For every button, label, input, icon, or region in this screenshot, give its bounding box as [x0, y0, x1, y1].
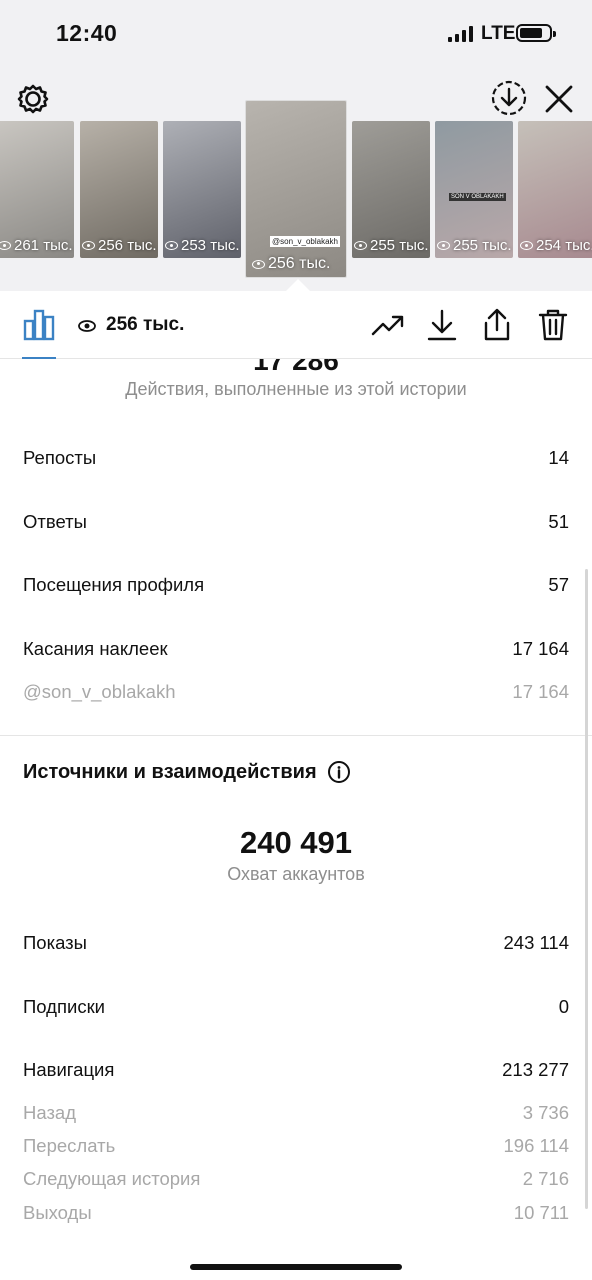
download-button[interactable]: [425, 308, 459, 342]
eye-icon: [0, 241, 11, 250]
thumbnail-views-count: 256 тыс.: [268, 255, 331, 272]
eye-icon: [78, 319, 96, 337]
row-value: 17 164: [512, 681, 569, 702]
section-divider: [0, 735, 592, 736]
navigation-subrow-exits: Выходы 10 711: [23, 1202, 569, 1224]
actions-row-profile-visits: Посещения профиля 57: [23, 574, 569, 596]
navigation-subrow-forward: Переслать 196 114: [23, 1135, 569, 1157]
row-label: Посещения профиля: [23, 574, 205, 595]
status-bar: 12:40 LTE: [0, 0, 592, 70]
actions-subrow-mention[interactable]: @son_v_oblakakh 17 164: [23, 681, 569, 703]
row-value: 17 164: [512, 638, 569, 659]
active-thumb-pointer: [286, 279, 310, 291]
row-label: Назад: [23, 1102, 77, 1123]
row-value: 243 114: [503, 932, 570, 953]
thumbnail-views-count: 253 тыс.: [181, 237, 240, 254]
story-thumbnail[interactable]: 253 тыс.: [163, 121, 241, 258]
status-time: 12:40: [56, 20, 118, 46]
actions-row-sticker-taps: Касания наклеек 17 164: [23, 638, 569, 660]
row-label: Выходы: [23, 1202, 92, 1223]
row-value: 14: [548, 447, 569, 468]
eye-icon: [252, 259, 265, 269]
eye-icon: [520, 241, 533, 250]
row-value: 10 711: [513, 1202, 569, 1223]
insights-panel[interactable]: 17 286 Действия, выполненные из этой ист…: [0, 359, 592, 1280]
thumbnail-views: 254 тыс.: [520, 237, 592, 254]
thumbnail-views-count: 255 тыс.: [370, 237, 429, 254]
bar-chart-icon: [23, 309, 55, 341]
thumbnail-views-count: 254 тыс.: [536, 237, 592, 254]
reach-value: 240 491: [239, 825, 353, 860]
row-label: Показы: [23, 932, 87, 953]
actions-total: 17 286: [253, 359, 339, 376]
thumbnail-views: 255 тыс.: [437, 237, 512, 254]
reach-caption: Охват аккаунтов: [227, 864, 365, 884]
navigation-subrow-back: Назад 3 736: [23, 1102, 569, 1124]
delete-button[interactable]: [536, 308, 570, 342]
eye-icon: [165, 241, 178, 250]
info-icon[interactable]: [327, 760, 351, 784]
story-thumbnail[interactable]: 254 тыс.: [518, 121, 592, 258]
row-label: Следующая история: [23, 1168, 201, 1189]
row-label: Ответы: [23, 511, 87, 532]
story-thumbnail[interactable]: 255 тыс.: [352, 121, 430, 258]
actions-caption: Действия, выполненные из этой истории: [125, 379, 467, 399]
eye-icon: [437, 241, 450, 250]
download-icon: [427, 309, 457, 341]
row-value: 2 716: [522, 1168, 569, 1189]
row-value: 51: [548, 511, 569, 532]
signal-icon: [448, 26, 473, 42]
share-button[interactable]: [480, 308, 514, 342]
story-thumbnail[interactable]: 261 тыс.: [0, 121, 74, 258]
discovery-row-impressions: Показы 243 114: [23, 932, 569, 954]
trash-icon: [538, 309, 568, 341]
row-label: Репосты: [23, 447, 97, 468]
row-value: 3 736: [522, 1102, 569, 1123]
row-label: @son_v_oblakakh: [23, 681, 176, 702]
row-value: 57: [548, 574, 569, 595]
story-views-count[interactable]: 256 тыс.: [106, 314, 184, 336]
row-value: 213 277: [502, 1059, 569, 1080]
network-label: LTE: [481, 23, 516, 44]
story-thumbnail[interactable]: 256 тыс.: [80, 121, 158, 258]
thumbnail-image: [246, 101, 346, 277]
scrollbar[interactable]: [585, 569, 588, 1209]
eye-icon: [82, 241, 95, 250]
thumbnail-views-count: 261 тыс.: [14, 237, 73, 254]
thumbnail-watermark: @son_v_oblakakh: [270, 236, 340, 247]
row-label: Навигация: [23, 1059, 115, 1080]
battery-icon: [516, 24, 556, 42]
thumbnail-views-count: 255 тыс.: [453, 237, 512, 254]
thumbnail-views: 256 тыс.: [82, 237, 157, 254]
thumbnail-views: 253 тыс.: [165, 237, 240, 254]
thumbnail-views: 261 тыс.: [0, 237, 73, 254]
row-value: 196 114: [503, 1135, 570, 1156]
row-value: 0: [558, 996, 569, 1017]
story-thumbnail-active[interactable]: @son_v_oblakakh 256 тыс.: [245, 100, 347, 278]
discovery-row-follows: Подписки 0: [23, 996, 569, 1018]
row-label: Переслать: [23, 1135, 116, 1156]
story-thumbnails: 261 тыс. 256 тыс. 253 тыс. @son_v_oblakakh 2…: [0, 100, 592, 280]
discovery-title: Источники и взаимодействия: [23, 760, 351, 784]
home-indicator[interactable]: [190, 1264, 402, 1270]
discovery-row-navigation: Навигация 213 277: [23, 1059, 569, 1081]
row-label: Подписки: [23, 996, 106, 1017]
thumbnail-label: SON V OBLAKAKH: [449, 193, 506, 201]
trending-up-icon: [371, 315, 404, 336]
actions-row-reposts: Репосты 14: [23, 447, 569, 469]
story-thumbnail[interactable]: SON V OBLAKAKH 255 тыс.: [435, 121, 513, 258]
navigation-subrow-next-story: Следующая история 2 716: [23, 1168, 569, 1190]
promote-button[interactable]: [371, 308, 405, 342]
share-icon: [484, 308, 510, 341]
discovery-title-text: Источники и взаимодействия: [23, 760, 317, 783]
thumbnail-views: 256 тыс.: [252, 255, 330, 273]
thumbnail-views-count: 256 тыс.: [98, 237, 157, 254]
eye-icon: [354, 241, 367, 250]
story-toolbar: 256 тыс.: [0, 291, 592, 359]
actions-row-replies: Ответы 51: [23, 511, 569, 533]
insights-tab[interactable]: [22, 307, 56, 346]
thumbnail-views: 255 тыс.: [354, 237, 429, 254]
row-label: Касания наклеек: [23, 638, 168, 659]
